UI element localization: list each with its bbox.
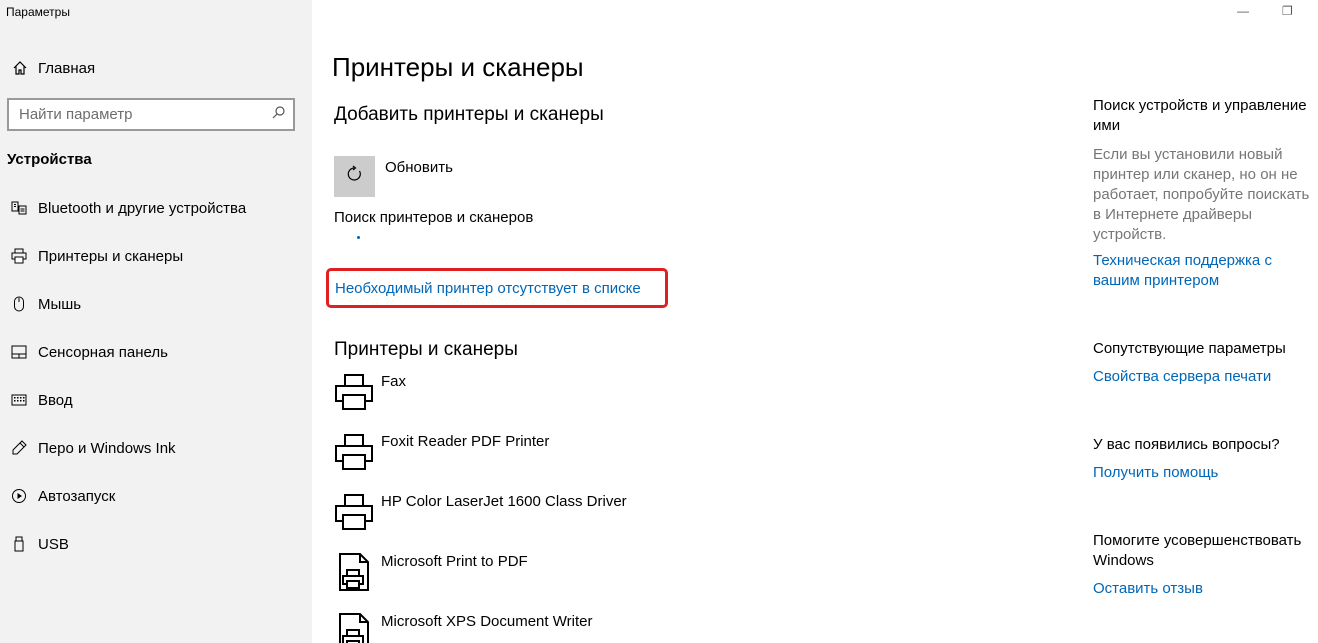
minimize-button[interactable]: — — [1237, 4, 1249, 18]
sidebar-item-label: Сенсорная панель — [38, 343, 168, 361]
refresh-label[interactable]: Обновить — [385, 159, 453, 176]
sidebar-item-label: Ввод — [38, 391, 73, 409]
printer-item-fax[interactable]: Fax — [334, 372, 406, 422]
sidebar-item-label: Принтеры и сканеры — [38, 247, 184, 265]
refresh-icon — [346, 165, 364, 188]
sidebar-item-mouse[interactable]: Мышь — [0, 280, 312, 328]
app-title: Параметры — [6, 5, 70, 19]
add-section-title: Добавить принтеры и сканеры — [334, 104, 604, 125]
printer-item-hp[interactable]: HP Color LaserJet 1600 Class Driver — [334, 492, 627, 542]
autoplay-icon — [0, 488, 38, 504]
sidebar-item-label: USB — [38, 535, 69, 553]
printer-item-print-to-pdf[interactable]: Microsoft Print to PDF — [334, 552, 528, 602]
sidebar-item-label: Перо и Windows Ink — [38, 439, 176, 457]
printer-item-xps[interactable]: Microsoft XPS Document Writer — [334, 612, 592, 643]
sidebar-home-label: Главная — [38, 59, 96, 77]
progress-dot — [357, 236, 360, 239]
device-search-title: Поиск устройств и управление ими — [1093, 97, 1307, 134]
home-icon — [0, 60, 38, 76]
sidebar-item-label: Мышь — [38, 295, 82, 313]
improve-windows-title: Помогите усовершенствовать Windows — [1093, 532, 1302, 569]
get-help-link[interactable]: Получить помощь — [1093, 463, 1318, 483]
sidebar-item-label: Bluetooth и другие устройства — [38, 199, 247, 217]
page-title: Принтеры и сканеры — [332, 52, 584, 82]
printer-name: Microsoft XPS Document Writer — [381, 613, 593, 630]
document-printer-icon — [339, 613, 369, 643]
right-pane: Поиск устройств и управление ими Если вы… — [1093, 96, 1318, 599]
sidebar-item-typing[interactable]: Ввод — [0, 376, 312, 424]
printer-icon — [335, 494, 373, 530]
sidebar-item-label: Автозапуск — [38, 487, 116, 505]
sidebar-item-usb[interactable]: USB — [0, 520, 312, 568]
usb-icon — [0, 536, 38, 552]
document-printer-icon — [339, 553, 369, 591]
sidebar: Параметры Главная Устройства Bluetooth и… — [0, 0, 312, 643]
sidebar-item-printers[interactable]: Принтеры и сканеры — [0, 232, 312, 280]
feedback-link[interactable]: Оставить отзыв — [1093, 579, 1318, 599]
pen-icon — [0, 440, 38, 456]
search-input[interactable] — [19, 106, 272, 123]
questions-title: У вас появились вопросы? — [1093, 436, 1280, 453]
refresh-button[interactable] — [334, 156, 375, 197]
sidebar-item-touchpad[interactable]: Сенсорная панель — [0, 328, 312, 376]
bluetooth-devices-icon — [0, 200, 38, 216]
sidebar-home[interactable]: Главная — [0, 50, 312, 86]
device-search-text: Если вы установили новый принтер или ска… — [1093, 146, 1310, 243]
printer-icon — [335, 374, 373, 410]
printer-name: Fax — [381, 373, 407, 390]
mouse-icon — [0, 296, 38, 312]
searching-status: Поиск принтеров и сканеров — [334, 209, 534, 226]
search-icon[interactable] — [272, 105, 285, 124]
printer-item-foxit[interactable]: Foxit Reader PDF Printer — [334, 432, 549, 482]
sidebar-item-pen[interactable]: Перо и Windows Ink — [0, 424, 312, 472]
sidebar-item-bluetooth[interactable]: Bluetooth и другие устройства — [0, 184, 312, 232]
printer-icon — [335, 434, 373, 470]
printer-icon — [0, 248, 38, 264]
printer-name: Microsoft Print to PDF — [381, 553, 528, 570]
printer-name: HP Color LaserJet 1600 Class Driver — [381, 493, 627, 510]
missing-printer-link[interactable]: Необходимый принтер отсутствует в списке — [335, 280, 641, 297]
printers-section-title: Принтеры и сканеры — [334, 339, 518, 360]
sidebar-nav: Bluetooth и другие устройства Принтеры и… — [0, 184, 312, 568]
support-link[interactable]: Техническая поддержка с вашим принтером — [1093, 251, 1318, 291]
related-settings-title: Сопутствующие параметры — [1093, 340, 1286, 357]
touchpad-icon — [0, 345, 38, 359]
print-server-properties-link[interactable]: Свойства сервера печати — [1093, 367, 1318, 387]
highlight-box: Необходимый принтер отсутствует в списке — [326, 268, 668, 308]
restore-button[interactable]: ❐ — [1282, 4, 1293, 18]
keyboard-icon — [0, 394, 38, 406]
sidebar-item-autoplay[interactable]: Автозапуск — [0, 472, 312, 520]
sidebar-group-title: Устройства — [7, 151, 92, 168]
search-box[interactable] — [7, 98, 295, 131]
printer-name: Foxit Reader PDF Printer — [381, 433, 550, 450]
